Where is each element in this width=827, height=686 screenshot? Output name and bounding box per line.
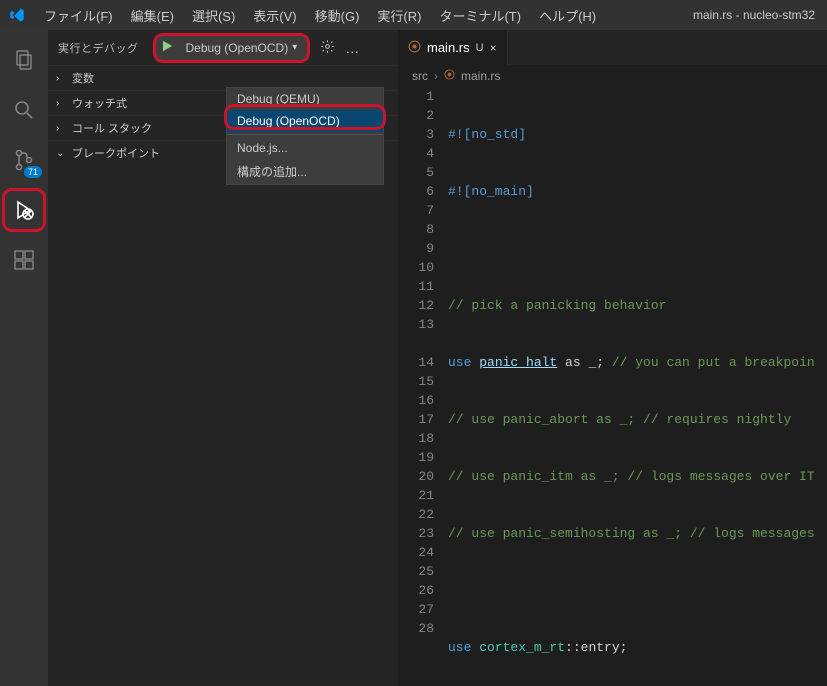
breadcrumb[interactable]: src › main.rs bbox=[398, 65, 827, 87]
editor-tab-main-rs[interactable]: main.rs U × bbox=[398, 30, 508, 65]
debug-config-dropdown-popup: Debug (QEMU) Debug (OpenOCD) Node.js... … bbox=[226, 87, 384, 185]
menu-help[interactable]: ヘルプ(H) bbox=[531, 2, 604, 29]
dropdown-item-qemu[interactable]: Debug (QEMU) bbox=[227, 88, 383, 110]
debug-config-dropdown[interactable]: Debug (OpenOCD) ▾ bbox=[180, 39, 304, 57]
activity-explorer[interactable] bbox=[2, 38, 46, 82]
code-text bbox=[448, 239, 827, 258]
vscode-logo-icon bbox=[8, 6, 26, 24]
code-text: // use panic_itm as _; // logs messages … bbox=[448, 469, 815, 484]
editor-area: main.rs U × src › main.rs 1 2 3 4 5 6 7 … bbox=[398, 30, 827, 686]
debug-panel-header: 実行とデバッグ Debug (OpenOCD) ▾ … bbox=[48, 30, 398, 65]
close-icon[interactable]: × bbox=[490, 41, 497, 55]
menu-file[interactable]: ファイル(F) bbox=[36, 2, 121, 29]
menu-terminal[interactable]: ターミナル(T) bbox=[431, 2, 529, 29]
activity-extensions[interactable] bbox=[2, 238, 46, 282]
menu-view[interactable]: 表示(V) bbox=[245, 2, 304, 29]
chevron-down-icon: ⌄ bbox=[56, 148, 66, 159]
dropdown-item-addconfig[interactable]: 構成の追加... bbox=[227, 159, 383, 184]
code-text: #![no_main] bbox=[448, 184, 534, 199]
activity-source-control[interactable]: 71 bbox=[2, 138, 46, 182]
code-text: // use panic_semihosting as _; // logs m… bbox=[448, 526, 815, 541]
code-editor[interactable]: 1 2 3 4 5 6 7 8 9 10 11 12 13 14 15 16 1… bbox=[398, 87, 827, 686]
chevron-right-icon: › bbox=[56, 123, 66, 134]
activity-bar: 71 bbox=[0, 30, 48, 686]
rust-file-icon bbox=[408, 40, 421, 56]
menu-edit[interactable]: 編集(E) bbox=[123, 2, 182, 29]
section-label: 変数 bbox=[72, 70, 94, 86]
code-text: // use panic_abort as _; // requires nig… bbox=[448, 412, 791, 427]
gear-icon[interactable] bbox=[320, 39, 335, 57]
chevron-down-icon: ▾ bbox=[292, 42, 297, 53]
tab-modified-badge: U bbox=[476, 42, 484, 54]
rust-file-icon bbox=[444, 69, 455, 83]
scm-badge: 71 bbox=[24, 166, 42, 178]
start-debug-icon[interactable] bbox=[160, 39, 174, 56]
run-and-debug-panel: 実行とデバッグ Debug (OpenOCD) ▾ … Debug (QEMU)… bbox=[48, 30, 398, 686]
chevron-right-icon: › bbox=[56, 98, 66, 109]
dropdown-separator bbox=[227, 134, 383, 135]
debug-config-selected-label: Debug (OpenOCD) bbox=[186, 41, 289, 55]
section-label: コール スタック bbox=[72, 120, 152, 136]
dropdown-item-openocd[interactable]: Debug (OpenOCD) bbox=[227, 110, 383, 132]
chevron-right-icon: › bbox=[56, 73, 66, 84]
code-text: #![no_std] bbox=[448, 127, 526, 142]
tab-filename: main.rs bbox=[427, 40, 470, 55]
code-text: // pick a panicking behavior bbox=[448, 298, 666, 313]
dropdown-item-nodejs[interactable]: Node.js... bbox=[227, 137, 383, 159]
menu-go[interactable]: 移動(G) bbox=[307, 2, 368, 29]
code-text bbox=[448, 581, 827, 600]
breadcrumb-folder[interactable]: src bbox=[412, 69, 428, 83]
line-number-gutter: 1 2 3 4 5 6 7 8 9 10 11 12 13 14 15 16 1… bbox=[398, 87, 448, 686]
code-lines[interactable]: #![no_std] #![no_main] // pick a panicki… bbox=[448, 87, 827, 686]
editor-tab-row: main.rs U × bbox=[398, 30, 827, 65]
section-label: ブレークポイント bbox=[72, 145, 160, 161]
more-actions-icon[interactable]: … bbox=[345, 40, 359, 56]
menu-selection[interactable]: 選択(S) bbox=[184, 2, 243, 29]
activity-search[interactable] bbox=[2, 88, 46, 132]
menubar: ファイル(F) 編集(E) 選択(S) 表示(V) 移動(G) 実行(R) ター… bbox=[0, 0, 827, 30]
activity-run-debug[interactable] bbox=[2, 188, 46, 232]
breadcrumb-file[interactable]: main.rs bbox=[461, 69, 500, 83]
debug-panel-title: 実行とデバッグ bbox=[58, 40, 139, 56]
debug-config-selector[interactable]: Debug (OpenOCD) ▾ bbox=[153, 33, 311, 63]
window-title: main.rs - nucleo-stm32 bbox=[693, 8, 819, 22]
section-label: ウォッチ式 bbox=[72, 95, 127, 111]
menu-run[interactable]: 実行(R) bbox=[369, 2, 429, 29]
chevron-right-icon: › bbox=[434, 69, 438, 83]
